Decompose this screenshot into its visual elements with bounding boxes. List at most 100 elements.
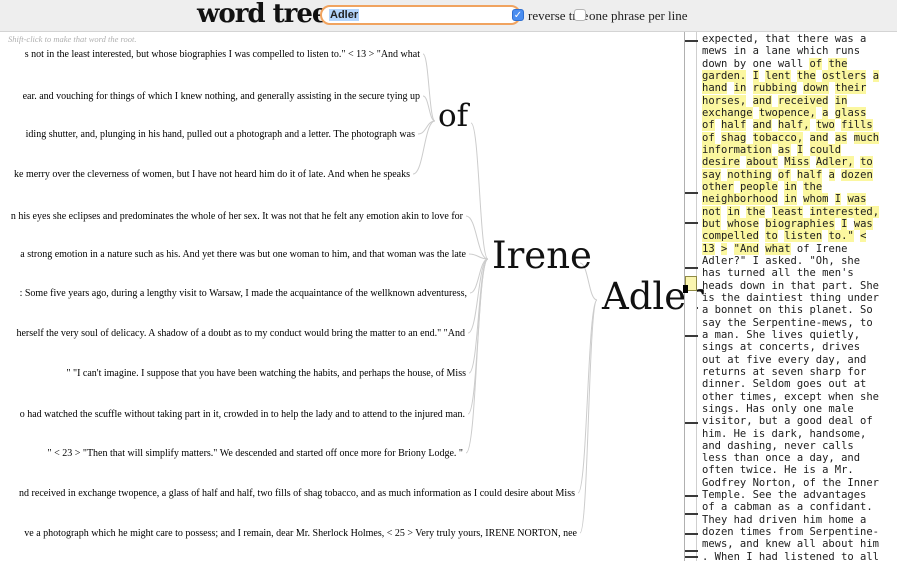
highlighted-word: as	[777, 143, 791, 156]
match-minimap[interactable]	[683, 32, 698, 561]
highlighted-word: I	[841, 217, 848, 230]
match-tick[interactable]	[685, 533, 698, 535]
highlighted-word: whom	[803, 193, 829, 206]
connector-curve	[465, 258, 489, 454]
highlighted-word: dozen	[841, 168, 873, 181]
highlighted-word: say	[702, 168, 721, 181]
highlighted-word: to	[860, 156, 873, 169]
phrase-line[interactable]: ear. and vouching for things of which I …	[23, 91, 420, 102]
highlighted-word: of	[702, 119, 715, 132]
connector-curve	[470, 122, 489, 260]
highlighted-word: information	[702, 143, 772, 156]
highlighted-word: to."	[828, 230, 854, 243]
highlighted-word: glass	[834, 106, 867, 119]
highlighted-word: lent	[765, 69, 791, 82]
connector-curve	[412, 120, 436, 175]
highlighted-word: I	[796, 143, 804, 156]
highlighted-word: was	[853, 217, 873, 230]
highlighted-word: as	[834, 131, 848, 144]
highlighted-word: could	[809, 143, 842, 156]
highlighted-word: shag	[720, 131, 747, 144]
highlighted-word: was	[847, 193, 867, 206]
highlighted-word: the	[803, 180, 823, 193]
highlighted-word: ostlers	[822, 69, 867, 82]
highlighted-word: what	[765, 242, 791, 255]
match-tick[interactable]	[685, 40, 698, 42]
highlighted-word: the	[746, 205, 766, 218]
highlighted-word: hand	[702, 82, 728, 95]
match-tick[interactable]	[685, 335, 698, 337]
highlighted-word: desire	[702, 156, 740, 169]
match-tick[interactable]	[685, 550, 698, 552]
phrase-line[interactable]: ve a photograph which he might care to p…	[24, 528, 577, 539]
match-tick[interactable]	[685, 422, 698, 424]
connector-curve	[577, 299, 598, 494]
match-tick[interactable]	[685, 513, 698, 515]
phrase-line[interactable]: ke merry over the cleverness of women, b…	[14, 169, 410, 180]
phrase-line[interactable]: iding shutter, and, plunging in his hand…	[26, 129, 415, 140]
highlighted-word: exchange	[702, 106, 753, 119]
highlighted-word: >	[720, 242, 728, 255]
highlighted-word: other	[702, 180, 734, 193]
highlighted-word: in	[733, 82, 747, 95]
highlighted-word: garden.	[702, 69, 747, 82]
highlighted-word: but	[702, 217, 721, 230]
phrase-line[interactable]: herself the very soul of delicacy. A sha…	[16, 328, 465, 339]
highlighted-word: half	[720, 119, 747, 132]
highlighted-word: of	[777, 168, 791, 181]
source-text-panel: expected, that there was a mews in a lan…	[702, 33, 880, 561]
highlighted-word: a	[822, 106, 829, 119]
highlighted-word: of	[702, 131, 715, 144]
highlighted-word: I	[834, 193, 842, 206]
highlighted-word: and	[752, 119, 772, 132]
highlighted-word: much	[853, 131, 880, 144]
phrase-line[interactable]: nd received in exchange twopence, a glas…	[19, 488, 575, 499]
phrase-line[interactable]: " "I can't imagine. I suppose that you h…	[66, 368, 466, 379]
highlighted-word: "And	[733, 242, 759, 255]
phrase-line[interactable]: : Some five years ago, during a lengthy …	[20, 288, 467, 299]
highlighted-word: half	[796, 168, 823, 181]
match-tick[interactable]	[685, 192, 698, 194]
position-indicator	[683, 285, 688, 293]
phrase-line[interactable]: s not in the least interested, but whose…	[25, 49, 420, 60]
highlighted-word: and	[752, 94, 772, 107]
highlighted-word: I	[752, 69, 759, 82]
highlighted-word: fills	[841, 119, 873, 132]
highlighted-word: half,	[777, 119, 810, 132]
tree-node-of[interactable]: of	[438, 101, 468, 132]
phrase-line[interactable]: n his eyes she eclipses and predominates…	[11, 211, 463, 222]
highlighted-word: the	[796, 69, 816, 82]
connector-curve	[422, 53, 436, 122]
highlighted-word: their	[834, 82, 867, 95]
highlighted-word: least	[771, 205, 804, 218]
highlighted-word: received	[777, 94, 829, 107]
highlighted-word: in	[727, 205, 740, 218]
tree-node-irene[interactable]: Irene	[492, 237, 592, 274]
match-tick[interactable]	[685, 267, 698, 269]
highlighted-word: in	[834, 94, 848, 107]
match-tick[interactable]	[685, 556, 698, 558]
highlighted-word: <	[860, 230, 867, 243]
highlighted-word: down	[803, 82, 829, 95]
highlighted-word: to	[765, 230, 778, 243]
highlighted-word: interested,	[809, 205, 880, 218]
highlighted-word: Adler,	[815, 156, 854, 169]
phrase-line[interactable]: a strong emotion in a nature such as his…	[20, 249, 466, 260]
highlighted-word: rubbing	[752, 82, 797, 95]
highlighted-word: not	[702, 205, 721, 218]
highlighted-word: listen	[784, 230, 823, 243]
highlighted-word: the	[828, 57, 848, 70]
highlighted-word: neighborhood	[702, 193, 778, 206]
phrase-line[interactable]: o had watched the scuffle without taking…	[20, 409, 465, 420]
phrase-line[interactable]: " < 23 > "Then that will simplify matter…	[48, 448, 464, 459]
highlighted-word: people	[739, 180, 778, 193]
highlighted-word: compelled	[702, 230, 759, 243]
word-tree-app: word tree Adler ✓ reverse tree one phras…	[0, 0, 897, 561]
highlighted-word: a	[828, 168, 835, 181]
match-tick[interactable]	[685, 222, 698, 224]
highlighted-word: in	[784, 193, 797, 206]
highlighted-word: nothing	[727, 168, 772, 181]
highlighted-word: about	[746, 156, 778, 169]
connector-curve	[579, 299, 598, 534]
match-tick[interactable]	[685, 495, 698, 497]
